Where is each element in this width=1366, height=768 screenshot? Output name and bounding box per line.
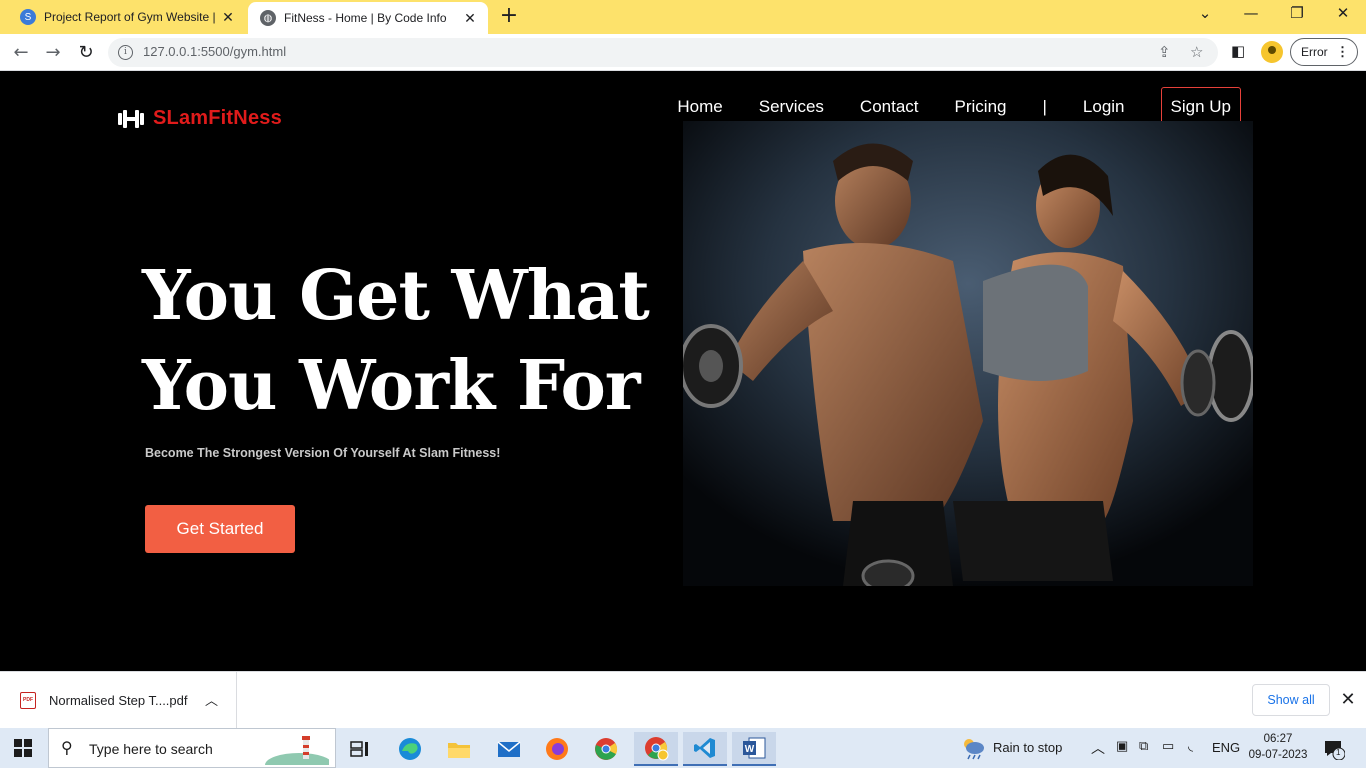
profile-avatar[interactable] xyxy=(1261,41,1283,63)
windows-taskbar: ⚲ Type here to search W Rain to stop ︿ ▣… xyxy=(0,728,1366,768)
clock-time: 06:27 xyxy=(1263,733,1293,745)
svg-text:W: W xyxy=(745,744,755,755)
meet-now-icon[interactable]: ⧉ xyxy=(1139,738,1148,754)
hero-title: You Get What You Work For xyxy=(142,251,682,431)
logo-text: SLamFitNess xyxy=(153,107,282,129)
notification-center-icon[interactable]: 1 xyxy=(1323,738,1346,761)
download-file-name[interactable]: Normalised Step T....pdf xyxy=(49,693,188,708)
word-icon[interactable]: W xyxy=(732,732,776,766)
dumbbell-icon xyxy=(118,109,144,128)
nav-separator: | xyxy=(1042,97,1047,116)
error-button[interactable]: Error ⋮ xyxy=(1290,38,1358,66)
chrome-profile-icon[interactable] xyxy=(634,732,678,766)
more-menu-icon[interactable]: ⋮ xyxy=(1336,39,1349,65)
hero-fitness-image xyxy=(683,121,1253,586)
wifi-icon[interactable]: ◟ xyxy=(1188,738,1193,754)
search-icon: ⚲ xyxy=(61,738,73,757)
tab-title: Project Report of Gym Website | xyxy=(44,10,216,24)
nav-pricing[interactable]: Pricing xyxy=(955,97,1007,117)
chevron-up-tray-icon[interactable]: ︿ xyxy=(1091,738,1105,758)
mail-icon[interactable] xyxy=(487,732,531,766)
chevron-up-icon[interactable]: ︿ xyxy=(205,690,218,709)
tab-fitness-home[interactable]: ◍ FitNess - Home | By Code Info ✕ xyxy=(248,2,488,34)
clock-date: 09-07-2023 xyxy=(1248,749,1308,761)
close-download-bar-icon[interactable]: ✕ xyxy=(1338,689,1358,710)
web-page: SLamFitNess Home Services Contact Pricin… xyxy=(0,71,1366,671)
nav-home[interactable]: Home xyxy=(677,97,722,117)
search-placeholder: Type here to search xyxy=(89,741,213,757)
nav-login[interactable]: Login xyxy=(1083,97,1125,117)
nav-services[interactable]: Services xyxy=(759,97,824,117)
chrome-icon[interactable] xyxy=(584,732,628,766)
url-text[interactable]: 127.0.0.1:5500/gym.html xyxy=(143,44,286,59)
hero-title-line1: You Get What xyxy=(142,256,650,336)
pdf-file-icon: PDF xyxy=(20,692,36,709)
tray-devices-icon[interactable]: ▣ xyxy=(1116,738,1128,754)
language-indicator[interactable]: ENG xyxy=(1212,740,1240,755)
battery-icon[interactable]: ▭ xyxy=(1162,738,1174,754)
bookmark-star-icon[interactable]: ☆ xyxy=(1190,43,1203,61)
site-logo[interactable]: SLamFitNess xyxy=(117,107,282,130)
windows-start-icon[interactable] xyxy=(14,739,32,757)
forward-arrow-icon[interactable]: → xyxy=(41,41,65,65)
download-item[interactable]: PDF Normalised Step T....pdf ︿ xyxy=(0,672,237,729)
share-icon[interactable]: ⇪ xyxy=(1158,43,1171,61)
new-tab-button[interactable]: + xyxy=(498,5,520,27)
tab-close-icon[interactable]: ✕ xyxy=(218,9,238,26)
browser-toolbar: ← → ↻ i 127.0.0.1:5500/gym.html ⇪ ☆ ◧ Er… xyxy=(0,34,1366,71)
edge-browser-icon[interactable] xyxy=(388,732,432,766)
vscode-icon[interactable] xyxy=(683,732,727,766)
taskbar-clock[interactable]: 06:27 09-07-2023 xyxy=(1247,731,1309,763)
nav-contact[interactable]: Contact xyxy=(860,97,919,117)
download-bar: PDF Normalised Step T....pdf ︿ Show all … xyxy=(0,671,1366,729)
lighthouse-illustration-icon xyxy=(265,736,329,765)
file-explorer-icon[interactable] xyxy=(437,732,481,766)
reload-icon[interactable]: ↻ xyxy=(74,41,98,65)
back-arrow-icon[interactable]: ← xyxy=(9,41,33,65)
weather-icon[interactable] xyxy=(960,736,986,763)
show-all-button[interactable]: Show all xyxy=(1252,684,1330,716)
hero-subtitle: Become The Strongest Version Of Yourself… xyxy=(145,446,501,460)
tab-search-chevron-icon[interactable]: ⌄ xyxy=(1193,4,1217,22)
side-panel-icon[interactable]: ◧ xyxy=(1231,42,1245,60)
tab-project-report[interactable]: S Project Report of Gym Website | ✕ xyxy=(8,0,246,34)
tab-strip: S Project Report of Gym Website | ✕ ◍ Fi… xyxy=(0,0,1366,34)
notification-count: 1 xyxy=(1336,748,1341,757)
site-info-icon[interactable]: i xyxy=(118,45,133,60)
get-started-button[interactable]: Get Started xyxy=(145,505,295,553)
hero-title-line2: You Work For xyxy=(142,346,641,426)
minimize-icon[interactable]: — xyxy=(1239,4,1263,22)
tab-close-icon[interactable]: ✕ xyxy=(460,10,480,27)
task-view-icon[interactable] xyxy=(338,732,382,766)
address-bar[interactable]: i 127.0.0.1:5500/gym.html ⇪ ☆ xyxy=(108,38,1218,67)
weather-text[interactable]: Rain to stop xyxy=(993,740,1062,755)
error-label: Error xyxy=(1301,45,1328,59)
firefox-icon[interactable] xyxy=(535,732,579,766)
taskbar-search-box[interactable]: ⚲ Type here to search xyxy=(48,728,336,768)
tab-title: FitNess - Home | By Code Info xyxy=(284,11,447,25)
globe-icon: ◍ xyxy=(260,10,276,26)
close-window-icon[interactable]: ✕ xyxy=(1331,4,1355,22)
restore-icon[interactable]: ❐ xyxy=(1285,4,1309,22)
site-favicon-icon: S xyxy=(20,9,36,25)
